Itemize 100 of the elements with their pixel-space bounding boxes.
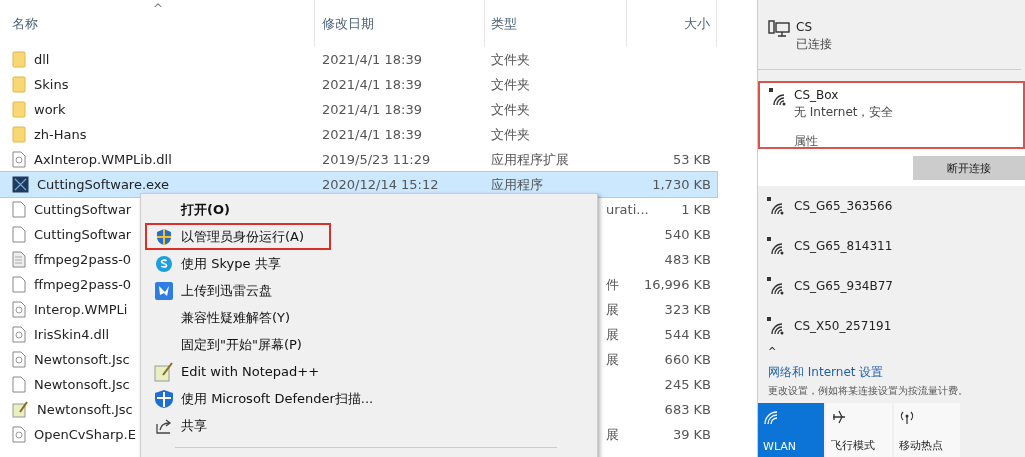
collapse-caret[interactable]: ^ (758, 346, 1025, 358)
menu-item[interactable]: 使用 Skype 共享 (145, 250, 329, 277)
quick-action-tile[interactable]: 飞行模式 (826, 403, 892, 457)
wifi-lock-icon (768, 88, 788, 106)
size-cell: 1,730 KB (652, 177, 711, 192)
menu-item[interactable]: 兼容性疑难解答(Y) (145, 304, 329, 331)
quick-action-tile[interactable]: WLAN (758, 403, 824, 457)
type-cell: 展 (606, 425, 619, 444)
file-name[interactable]: ffmpeg2pass-0 (34, 252, 132, 267)
app-icon (12, 176, 29, 193)
hotspot-icon (899, 409, 915, 425)
notepad-icon (154, 361, 174, 382)
type-cell: 文件夹 (491, 75, 530, 94)
type-cell: 文件夹 (491, 50, 530, 69)
notepad-icon (12, 401, 29, 418)
quick-action-tile[interactable]: 移动热点 (894, 403, 960, 457)
network-name: CS_Box (794, 88, 840, 102)
network-item[interactable]: CS_G65_814311 (758, 226, 1025, 266)
properties-link[interactable]: 属性 (794, 133, 894, 150)
settings-link[interactable]: 网络和 Internet 设置 (758, 364, 1025, 381)
file-name[interactable]: OpenCvSharp.E (34, 427, 136, 442)
file-icon (12, 276, 26, 293)
shield-icon (154, 388, 174, 409)
network-item[interactable]: CS_G65_934B77 (758, 266, 1025, 306)
column-header[interactable]: 修改日期 (315, 0, 485, 47)
network-item[interactable]: CS_X50_257191 (758, 306, 1025, 346)
wifi-icon (763, 409, 779, 425)
file-name[interactable]: AxInterop.WMPLib.dll (34, 152, 172, 167)
network-item[interactable]: CS_G65_363566 (758, 186, 1025, 226)
file-name[interactable]: ffmpeg2pass-0 (34, 277, 132, 292)
file-name[interactable]: Newtonsoft.Jsc (37, 402, 133, 417)
type-cell: 展 (606, 325, 619, 344)
date-cell: 2021/4/1 18:39 (322, 127, 422, 142)
file-name[interactable]: Skins (34, 77, 69, 92)
network-card[interactable]: CS_Box 无 Internet，安全 属性 (758, 81, 1025, 149)
date-cell: 2021/4/1 18:39 (322, 102, 422, 117)
network-status: 已连接 (796, 36, 832, 53)
file-name[interactable]: dll (34, 52, 50, 67)
bird-icon (155, 281, 173, 300)
type-cell: 件 (606, 275, 619, 294)
date-cell: 2021/4/1 18:39 (322, 52, 422, 67)
file-name[interactable]: work (34, 102, 66, 117)
date-cell: 2020/12/14 15:12 (322, 177, 439, 192)
disconnect-button[interactable]: 断开连接 (913, 156, 1025, 180)
settings-hint: 更改设置，例如将某连接设置为按流量计费。 (767, 384, 969, 398)
column-header[interactable]: 大小 (627, 0, 717, 47)
monitor-icon (768, 20, 790, 38)
date-cell: 2019/5/23 11:29 (322, 152, 431, 167)
size-cell: 245 KB (664, 377, 711, 392)
type-cell: 文件夹 (491, 125, 530, 144)
size-cell: 53 KB (672, 152, 711, 167)
date-cell: 2021/4/1 18:39 (322, 77, 422, 92)
menu-item[interactable]: 以管理员身份运行(A) (145, 223, 331, 250)
size-cell: 683 KB (664, 402, 711, 417)
file-name[interactable]: CuttingSoftwar (34, 227, 132, 242)
gear-file-icon (12, 326, 26, 343)
wifi-lock-icon (766, 317, 786, 335)
network-name: CS (796, 20, 813, 34)
gear-file-icon (12, 301, 26, 318)
file-name[interactable]: Interop.WMPLi (34, 302, 128, 317)
column-header[interactable]: 类型 (485, 0, 627, 47)
menu-item[interactable]: 共享 (145, 412, 329, 439)
menu-item[interactable]: Edit with Notepad++ (145, 358, 385, 385)
type-cell: 文件夹 (491, 100, 530, 119)
file-name[interactable]: Newtonsoft.Jsc (34, 377, 130, 392)
type-cell: 应用程序扩展 (491, 150, 569, 169)
file-name[interactable]: IrisSkin4.dll (34, 327, 110, 342)
size-cell: 1 KB (681, 202, 711, 217)
folder-icon (12, 76, 26, 93)
file-icon (12, 226, 26, 243)
folder-icon (12, 101, 26, 118)
file-row[interactable]: CuttingSoftware.exe 2020/12/14 15:12 应用程序 1,730 KB (0, 172, 717, 197)
file-icon (12, 201, 26, 218)
menu-item[interactable]: 打开(O) (145, 196, 329, 223)
file-name[interactable]: CuttingSoftware.exe (37, 177, 170, 192)
wifi-lock-icon (766, 237, 786, 255)
menu-item[interactable]: 上传到迅雷云盘 (145, 277, 329, 304)
type-cell: 展 (606, 300, 619, 319)
file-name[interactable]: Newtonsoft.Jsc (34, 352, 130, 367)
menu-item[interactable]: 固定到"开始"屏幕(P) (145, 331, 329, 358)
wifi-lock-icon (766, 197, 786, 215)
menu-item[interactable]: 使用 Microsoft Defender扫描... (145, 385, 385, 412)
size-cell: 323 KB (664, 302, 711, 317)
folder-icon (12, 126, 26, 143)
file-name[interactable]: zh-Hans (34, 127, 87, 142)
size-cell: 483 KB (664, 252, 711, 267)
shield-icon (155, 227, 173, 246)
sort-indicator: ^ (153, 2, 164, 16)
type-cell: 展 (606, 350, 619, 369)
file-name[interactable]: CuttingSoftwar (34, 202, 132, 217)
skype-icon (155, 254, 173, 273)
column-header[interactable]: 名称 ^ (0, 0, 315, 47)
gear-file-icon (12, 426, 26, 443)
size-cell: 39 KB (672, 427, 711, 442)
type-cell: 应用程序 (491, 175, 543, 194)
airplane-icon (831, 409, 847, 425)
type-cell: urati... (606, 202, 649, 217)
folder-icon (12, 51, 26, 68)
size-cell: 544 KB (664, 327, 711, 342)
network-status: 无 Internet，安全 (794, 104, 894, 121)
